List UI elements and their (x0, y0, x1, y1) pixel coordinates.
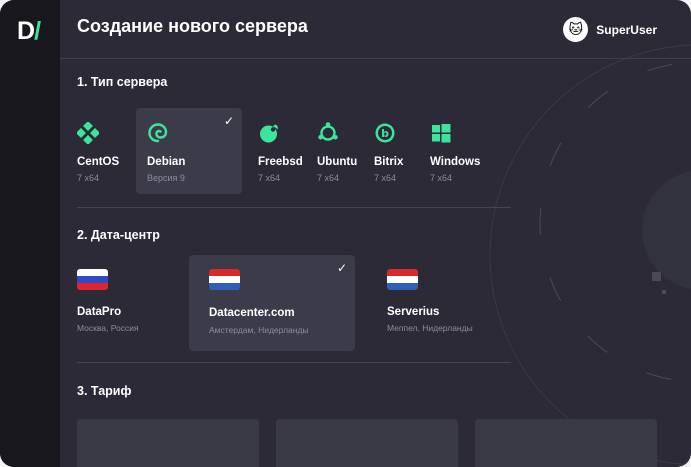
section-title-datacenter: 2. Дата-центр (77, 228, 160, 242)
os-subtitle: 7 x64 (77, 173, 100, 183)
tariff-card[interactable] (276, 419, 458, 467)
datacenter-location: Меппел, Нидерланды (387, 323, 473, 333)
tariff-card[interactable] (475, 419, 657, 467)
main-content: Создание нового сервера 🐱 SuperUser 1. Т… (60, 0, 691, 467)
datacenter-option-datacenter-com[interactable]: Datacenter.com Амстердам, Нидерланды ✓ (189, 255, 355, 351)
os-name: Windows (430, 156, 481, 168)
datacenter-location: Москва, Россия (77, 323, 139, 333)
check-icon: ✓ (336, 261, 347, 275)
centos-icon (77, 122, 99, 144)
os-subtitle: Версия 9 (147, 173, 185, 183)
logo-letter: D (17, 17, 35, 45)
user-menu[interactable]: 🐱 SuperUser (563, 17, 657, 42)
netherlands-flag-icon (387, 269, 418, 290)
tariff-card[interactable] (77, 419, 259, 467)
os-name: Freebsd (258, 156, 303, 168)
header: Создание нового сервера 🐱 SuperUser (60, 0, 691, 59)
svg-text:b: b (381, 127, 389, 140)
os-name: Bitrix (374, 156, 404, 168)
os-option-windows[interactable]: Windows 7 x64 (430, 108, 536, 194)
app-window: D/ Создание нового сервера 🐱 SuperUser 1… (0, 0, 691, 467)
datacenter-name: DataPro (77, 306, 122, 318)
os-name: Debian (147, 156, 186, 168)
windows-icon (432, 124, 451, 143)
os-subtitle: 7 x64 (258, 173, 281, 183)
os-option-debian[interactable]: Debian Версия 9 ✓ (136, 108, 242, 194)
datacenter-location: Амстердам, Нидерланды (209, 325, 309, 335)
user-name[interactable]: SuperUser (596, 23, 657, 37)
debian-icon (148, 123, 168, 143)
freebsd-icon (260, 124, 278, 143)
datacenter-option-serverius[interactable]: Serverius Меппел, Нидерланды (387, 255, 553, 351)
section-divider (77, 207, 511, 208)
logo[interactable]: D/ (17, 17, 41, 45)
bitrix-icon: b (375, 123, 395, 143)
os-subtitle: 7 x64 (430, 173, 453, 183)
os-subtitle: 7 x64 (317, 173, 340, 183)
section-divider (77, 362, 511, 363)
russia-flag-icon (77, 269, 108, 290)
check-icon: ✓ (223, 114, 234, 128)
ubuntu-icon (318, 122, 338, 143)
logo-slash: / (34, 17, 41, 45)
section-title-server-type: 1. Тип сервера (77, 75, 168, 89)
section-title-tariff: 3. Тариф (77, 384, 132, 398)
datacenter-name: Serverius (387, 306, 440, 318)
fox-avatar-icon[interactable]: 🐱 (563, 17, 589, 42)
page-title: Создание нового сервера (77, 16, 308, 36)
datacenter-name: Datacenter.com (209, 307, 295, 319)
os-name: CentOS (77, 156, 120, 168)
sidebar: D/ (0, 0, 60, 467)
os-subtitle: 7 x64 (374, 173, 397, 183)
os-name: Ubuntu (317, 156, 358, 168)
netherlands-flag-icon (209, 269, 240, 290)
